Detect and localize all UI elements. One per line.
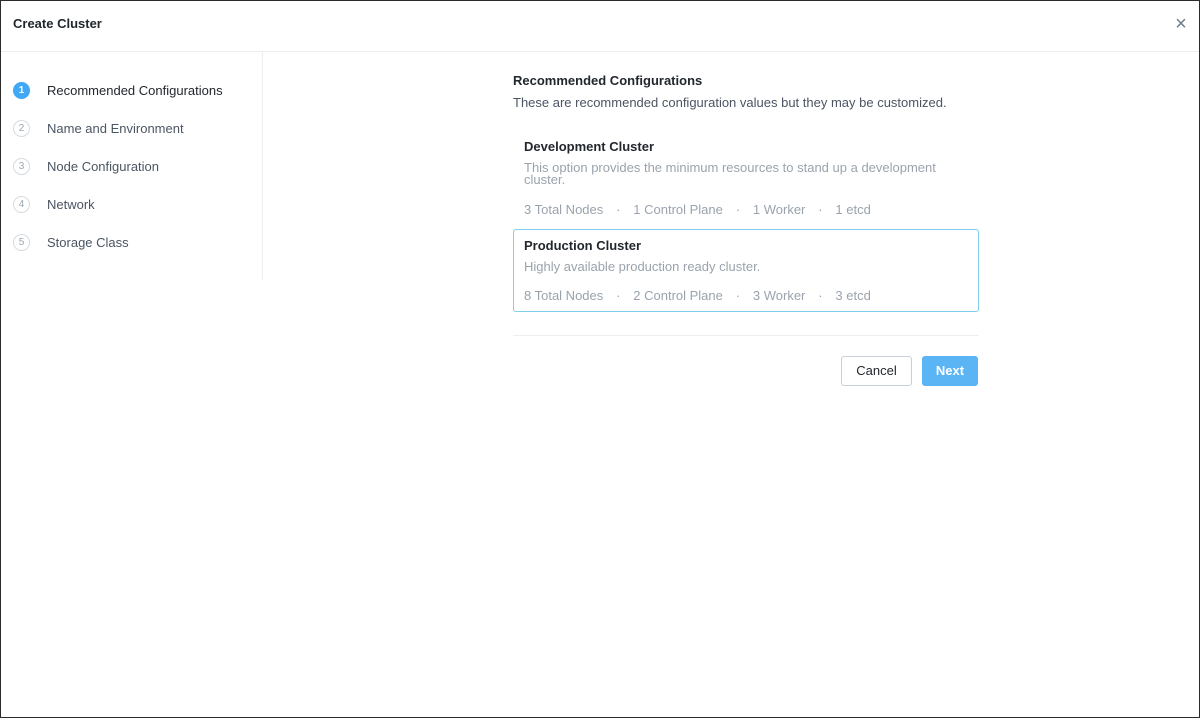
stat-separator: · bbox=[616, 202, 621, 217]
step-label: Network bbox=[47, 197, 95, 212]
option-stats: 3 Total Nodes · 1 Control Plane · 1 Worker · 1… bbox=[524, 202, 871, 217]
step-label: Node Configuration bbox=[47, 159, 160, 174]
create-cluster-dialog: Create Cluster × 1 Recommended Configura… bbox=[0, 0, 1200, 718]
stat-worker: 3 Worker bbox=[752, 288, 806, 303]
option-card-development[interactable]: Development Cluster This option provides… bbox=[513, 131, 979, 219]
stat-etcd: 3 etcd bbox=[835, 288, 871, 303]
stat-etcd: 1 etcd bbox=[835, 202, 871, 217]
step-label: Storage Class bbox=[47, 235, 129, 250]
step-recommended-configurations[interactable]: 1 Recommended Configurations bbox=[13, 81, 253, 103]
section-title: Recommended Configurations bbox=[513, 73, 703, 88]
stat-total-nodes: 8 Total Nodes bbox=[524, 288, 604, 303]
section-subtitle: These are recommended configuration valu… bbox=[513, 95, 947, 110]
step-label: Recommended Configurations bbox=[47, 83, 223, 98]
option-title: Development Cluster bbox=[524, 139, 655, 154]
cancel-button[interactable]: Cancel bbox=[841, 356, 912, 386]
stat-total-nodes: 3 Total Nodes bbox=[524, 202, 604, 217]
option-card-production[interactable]: Production Cluster Highly available prod… bbox=[513, 229, 979, 312]
stat-control-plane: 1 Control Plane bbox=[633, 202, 723, 217]
option-stats: 8 Total Nodes · 2 Control Plane · 3 Worker · 3… bbox=[524, 288, 871, 303]
dialog-title: Create Cluster bbox=[13, 16, 102, 31]
close-icon[interactable]: × bbox=[1171, 13, 1191, 35]
wizard-steps-sidebar: 1 Recommended Configurations 2 Name and … bbox=[1, 52, 263, 280]
stat-worker: 1 Worker bbox=[752, 202, 806, 217]
dialog-header: Create Cluster × bbox=[1, 1, 1199, 52]
step-storage-class[interactable]: 5 Storage Class bbox=[13, 233, 253, 255]
step-number-badge: 5 bbox=[13, 234, 30, 251]
step-number-badge: 2 bbox=[13, 120, 30, 137]
stat-separator: · bbox=[818, 202, 823, 217]
stat-separator: · bbox=[616, 288, 621, 303]
step-number-badge: 3 bbox=[13, 158, 30, 175]
stat-separator: · bbox=[735, 288, 741, 303]
stat-separator: · bbox=[818, 288, 823, 303]
step-network[interactable]: 4 Network bbox=[13, 195, 253, 217]
option-description: Highly available production ready cluste… bbox=[524, 259, 761, 274]
step-number-badge: 4 bbox=[13, 196, 30, 213]
next-button[interactable]: Next bbox=[922, 356, 978, 386]
option-title: Production Cluster bbox=[524, 238, 642, 253]
divider bbox=[513, 335, 979, 336]
step-name-and-environment[interactable]: 2 Name and Environment bbox=[13, 119, 253, 141]
stat-control-plane: 2 Control Plane bbox=[633, 288, 723, 303]
step-number-badge: 1 bbox=[13, 82, 30, 99]
step-label: Name and Environment bbox=[47, 121, 184, 136]
option-description: This option provides the minimum resourc… bbox=[524, 160, 936, 187]
stat-separator: · bbox=[735, 202, 741, 217]
step-node-configuration[interactable]: 3 Node Configuration bbox=[13, 157, 253, 179]
